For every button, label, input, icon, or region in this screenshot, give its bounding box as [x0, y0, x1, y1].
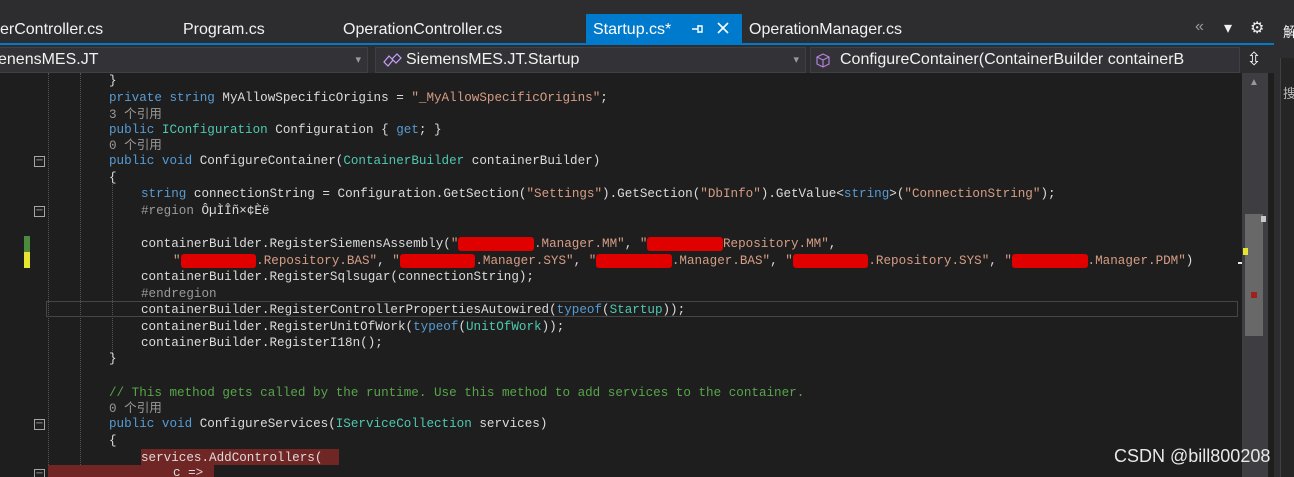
- code-comment: // This method gets called by the runtim…: [109, 386, 805, 400]
- collapse-icon[interactable]: −: [34, 419, 45, 430]
- indent-guide: [112, 181, 113, 357]
- redacted-text: SiemensMES: [399, 254, 476, 268]
- redacted-text: SiemensMES: [1011, 254, 1088, 268]
- split-window-icon[interactable]: ⇳: [1240, 46, 1268, 72]
- reference-count[interactable]: 0 个引用: [109, 138, 162, 154]
- side-panel-title: 解: [1283, 25, 1294, 41]
- scroll-up-icon[interactable]: ▲: [1249, 77, 1259, 88]
- chevron-down-icon: ▾: [793, 54, 799, 66]
- scrollbar-thumb[interactable]: [1245, 214, 1263, 336]
- change-marker: [24, 236, 30, 252]
- code-line: "SiemensMES.Repository.BAS", "SiemensMES…: [173, 254, 1194, 268]
- code-line: string connectionString = Configuration.…: [141, 187, 1056, 201]
- reference-count[interactable]: 3 个引用: [109, 107, 162, 123]
- tab-usercontroller[interactable]: erController.cs: [0, 14, 103, 44]
- code-line: {: [109, 171, 117, 185]
- document-tab-bar: erController.cs Program.cs OperationCont…: [0, 0, 1274, 44]
- settings-gear-icon[interactable]: ⚙: [1250, 18, 1264, 38]
- outline-guide: [48, 73, 49, 477]
- watermark: CSDN @bill800208: [1114, 446, 1271, 466]
- code-line: containerBuilder.RegisterControllerPrope…: [141, 303, 686, 317]
- code-line: containerBuilder.RegisterSqlsugar(connec…: [141, 270, 534, 284]
- tab-label: OperationManager.cs: [749, 21, 902, 38]
- redacted-text: SiemensMES: [792, 254, 869, 268]
- code-line: c =>: [173, 466, 204, 477]
- tab-label: OperationController.cs: [343, 21, 503, 38]
- chevron-down-icon: ▾: [355, 54, 361, 66]
- redacted-text: SiemensMES: [647, 237, 723, 251]
- tab-program[interactable]: Program.cs: [183, 14, 265, 44]
- code-line: containerBuilder.RegisterUnitOfWork(type…: [141, 320, 565, 334]
- reference-count[interactable]: 0 个引用: [109, 401, 162, 417]
- side-panel-label[interactable]: 搜: [1283, 83, 1294, 102]
- redacted-text: SiemensMES: [180, 254, 257, 268]
- scroll-map-marker: [1251, 292, 1257, 298]
- navigation-bar: enensMES.JT ▾ SiemensMES.JT.Startup ▾ Co…: [0, 45, 1274, 73]
- tab-list-dropdown-icon[interactable]: ▾: [1224, 18, 1232, 38]
- scroll-tabs-icon[interactable]: «: [1195, 18, 1204, 36]
- indent-guide: [80, 73, 81, 477]
- code-line: containerBuilder.RegisterSiemensAssembly…: [141, 237, 837, 251]
- tab-operationcontroller[interactable]: OperationController.cs: [343, 14, 502, 44]
- class-dropdown[interactable]: SiemensMES.JT.Startup ▾: [375, 47, 806, 73]
- project-dropdown[interactable]: enensMES.JT ▾: [0, 47, 368, 73]
- method-cube-icon: [815, 48, 831, 72]
- code-line: public void ConfigureServices(IServiceCo…: [109, 417, 548, 431]
- member-dropdown[interactable]: ConfigureContainer(ContainerBuilder cont…: [810, 47, 1240, 73]
- class-name: SiemensMES.JT.Startup: [406, 51, 580, 68]
- code-line: {: [109, 434, 117, 448]
- tab-label: Program.cs: [183, 21, 265, 38]
- tab-startup[interactable]: Startup.cs*: [586, 14, 742, 44]
- code-line: services.AddControllers(: [141, 451, 323, 465]
- member-name: ConfigureContainer(ContainerBuilder cont…: [840, 51, 1185, 68]
- collapse-icon[interactable]: −: [34, 206, 45, 217]
- scroll-map-marker: [1261, 216, 1266, 222]
- collapse-icon[interactable]: −: [34, 469, 45, 477]
- code-line: public void ConfigureContainer(Container…: [109, 154, 601, 168]
- collapse-icon[interactable]: −: [34, 156, 45, 167]
- code-line: }: [109, 74, 117, 88]
- project-name: enensMES.JT: [0, 51, 99, 68]
- code-editor[interactable]: − − − − } private string MyAllowSpecific…: [0, 73, 1242, 477]
- tab-operationmanager[interactable]: OperationManager.cs: [749, 14, 902, 44]
- change-marker: [24, 252, 30, 268]
- code-line: }: [109, 352, 117, 366]
- side-panel: [1280, 58, 1294, 477]
- code-line: public IConfiguration Configuration { ge…: [109, 123, 442, 137]
- code-line: private string MyAllowSpecificOrigins = …: [109, 91, 608, 105]
- redacted-text: SiemensMES: [458, 237, 534, 251]
- code-line: containerBuilder.RegisterI18n();: [141, 336, 383, 350]
- scroll-map-marker: [1243, 248, 1248, 255]
- code-line: #endregion: [141, 287, 217, 301]
- tab-label: erController.cs: [0, 21, 104, 38]
- redacted-text: SiemensMES: [596, 254, 672, 268]
- class-icon: [380, 48, 404, 72]
- code-line: #region ÔµÌÎñ×¢Èë: [141, 204, 270, 218]
- tab-label: Startup.cs*: [593, 21, 672, 38]
